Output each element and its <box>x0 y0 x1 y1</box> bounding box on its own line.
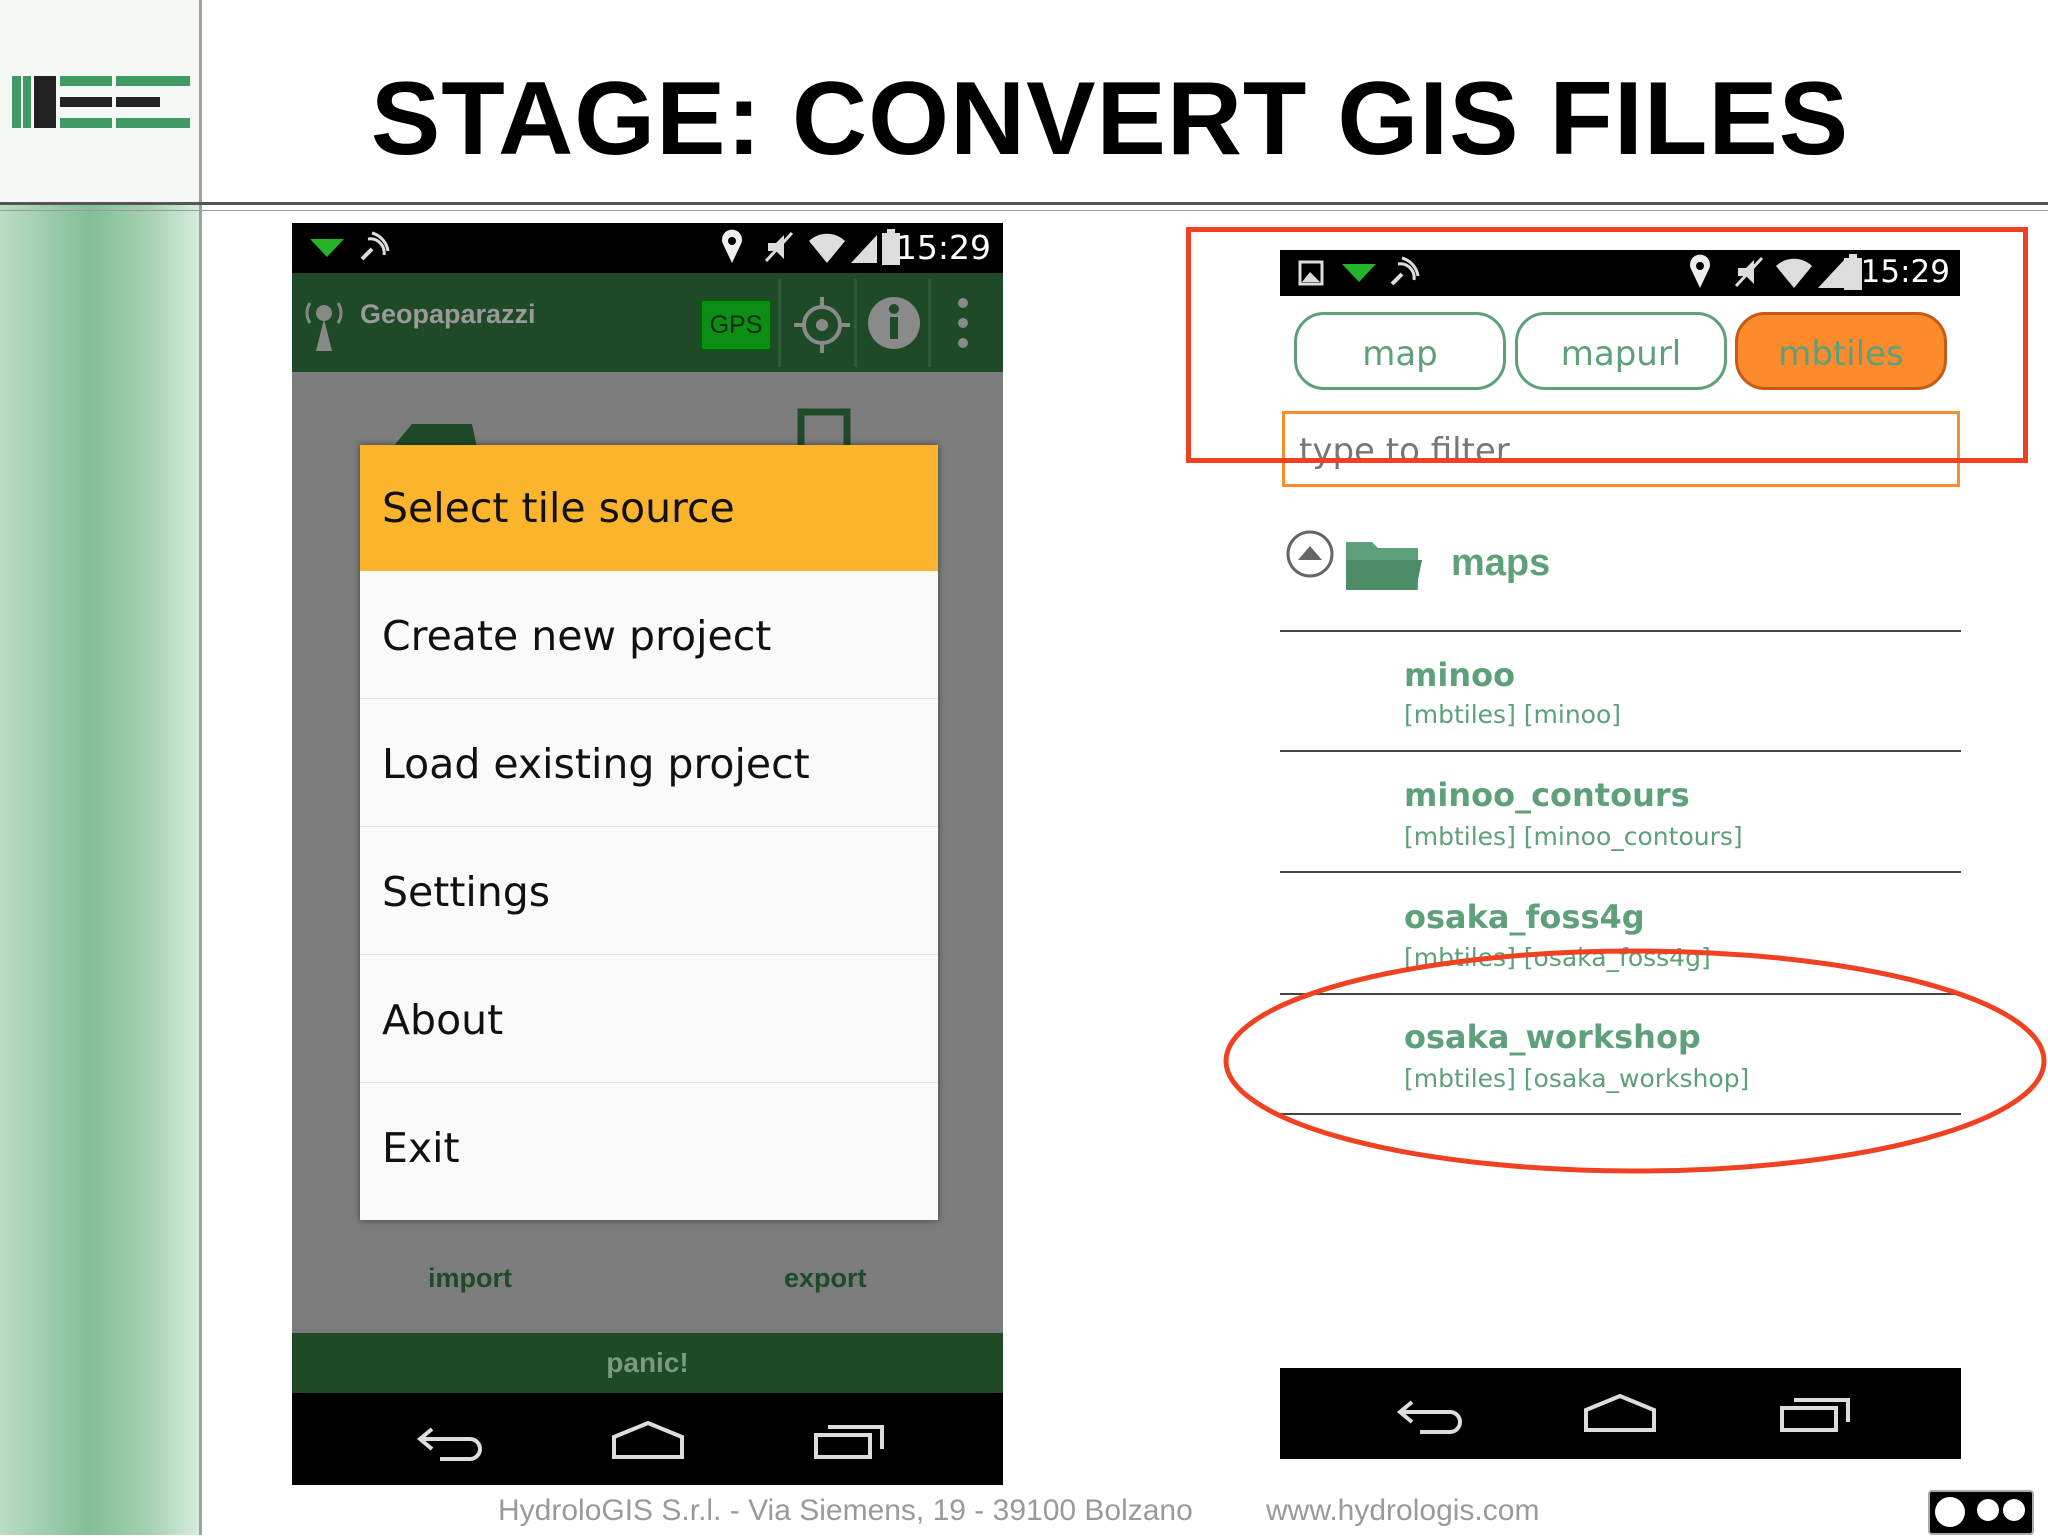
footer-address: HydroloGIS S.r.l. - Via Siemens, 19 - 39… <box>498 1494 1193 1527</box>
creative-commons-license-icon <box>1928 1490 2034 1535</box>
header-divider-thin <box>0 210 2048 211</box>
menu-item-about[interactable]: About <box>360 957 938 1083</box>
menu-item-settings[interactable]: Settings <box>360 829 938 955</box>
file-name-minoo-contours[interactable]: minoo_contours <box>1404 776 1690 814</box>
file-name-osaka-foss4g[interactable]: osaka_foss4g <box>1404 898 1645 936</box>
home-icon[interactable] <box>610 1421 686 1461</box>
file-name-minoo[interactable]: minoo <box>1404 656 1515 694</box>
location-pin-icon <box>722 229 742 263</box>
annotation-highlight-rectangle <box>1186 227 2028 463</box>
back-icon[interactable] <box>416 1423 486 1463</box>
footer-url[interactable]: www.hydrologis.com <box>1266 1494 1539 1528</box>
left-phone-screen: 15:29 Geopaparazzi GPS import export pan… <box>292 223 1003 1485</box>
slide-title: STAGE: CONVERT GIS FILES <box>370 61 1850 177</box>
main-menu-dialog: Select tile source Create new project Lo… <box>360 445 938 1220</box>
menu-item-exit[interactable]: Exit <box>360 1085 938 1211</box>
mute-icon <box>764 231 794 263</box>
status-time: 15:29 <box>895 228 991 267</box>
status-bar: 15:29 <box>292 223 1003 273</box>
info-icon[interactable] <box>864 293 924 353</box>
notification-download-icon <box>310 239 344 257</box>
panic-button[interactable]: panic! <box>292 1333 1003 1393</box>
home-icon[interactable] <box>1582 1394 1658 1434</box>
import-label: import <box>428 1263 512 1293</box>
action-separator <box>778 279 781 367</box>
hydrologis-logo-icon <box>12 76 190 128</box>
geopaparazzi-antenna-icon <box>305 302 343 351</box>
app-name: Geopaparazzi <box>360 299 536 329</box>
list-divider <box>1280 630 1961 632</box>
navigation-bar-right <box>1280 1368 1961 1459</box>
wifi-signal-icon <box>809 233 877 263</box>
export-label: export <box>784 1263 867 1293</box>
annotation-highlight-ellipse <box>1223 948 2047 1174</box>
overflow-menu-icon[interactable] <box>956 295 970 351</box>
navigation-bar <box>292 1393 1003 1485</box>
folder-name: maps <box>1451 542 1551 584</box>
recent-apps-icon[interactable] <box>812 1421 886 1461</box>
gps-signal-icon <box>360 231 390 261</box>
action-separator <box>928 279 931 367</box>
sidebar-edge <box>199 0 202 1535</box>
file-meta-minoo: [mbtiles] [minoo] <box>1404 700 1622 729</box>
list-divider <box>1280 871 1961 873</box>
center-on-gps-icon[interactable] <box>792 295 852 355</box>
folder-icon <box>1346 542 1422 590</box>
file-meta-minoo-contours: [mbtiles] [minoo_contours] <box>1404 822 1743 851</box>
action-separator <box>854 279 857 367</box>
back-icon[interactable] <box>1396 1396 1466 1436</box>
menu-item-load-existing-project[interactable]: Load existing project <box>360 701 938 827</box>
app-action-bar: Geopaparazzi GPS <box>292 273 1003 372</box>
menu-item-select-tile-source[interactable]: Select tile source <box>360 445 938 571</box>
list-divider <box>1280 750 1961 752</box>
navigate-up-icon[interactable] <box>1284 528 1336 580</box>
gps-status-button[interactable]: GPS <box>700 299 772 351</box>
recent-apps-icon[interactable] <box>1778 1394 1852 1434</box>
header-divider <box>0 202 2048 205</box>
sidebar-decoration <box>0 0 201 1535</box>
menu-item-create-new-project[interactable]: Create new project <box>360 573 938 699</box>
